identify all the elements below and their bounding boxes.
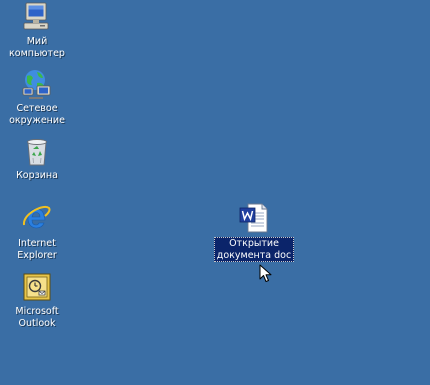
desktop-icon-outlook[interactable]: Microsoft Outlook	[0, 271, 74, 329]
desktop-icon-my-computer[interactable]: Мий компьютер	[0, 1, 74, 59]
word-document-icon	[238, 202, 270, 234]
desktop-icon-label: Microsoft Outlook	[15, 306, 59, 329]
desktop-icon-recycle-bin[interactable]: Корзина	[0, 135, 74, 182]
mouse-cursor-icon	[259, 264, 273, 284]
recycle-bin-icon	[21, 135, 53, 167]
desktop-icon-label: Открытие документа doc	[213, 237, 295, 262]
desktop-icon-label: Мий компьютер	[9, 36, 65, 59]
my-computer-icon	[21, 1, 53, 33]
desktop-icon-label: Сетевое окружение	[9, 103, 65, 126]
desktop-icon-word-document[interactable]: Открытие документа doc	[212, 202, 296, 262]
desktop[interactable]: Мий компьютер Сетевое окружение Корзина …	[0, 0, 430, 385]
network-places-icon	[21, 68, 53, 100]
desktop-icon-label: Internet Explorer	[17, 238, 57, 261]
internet-explorer-icon	[21, 203, 53, 235]
desktop-icon-internet-explorer[interactable]: Internet Explorer	[0, 203, 74, 261]
desktop-icon-label: Корзина	[16, 170, 58, 181]
outlook-icon	[21, 271, 53, 303]
desktop-icon-network-places[interactable]: Сетевое окружение	[0, 68, 74, 126]
